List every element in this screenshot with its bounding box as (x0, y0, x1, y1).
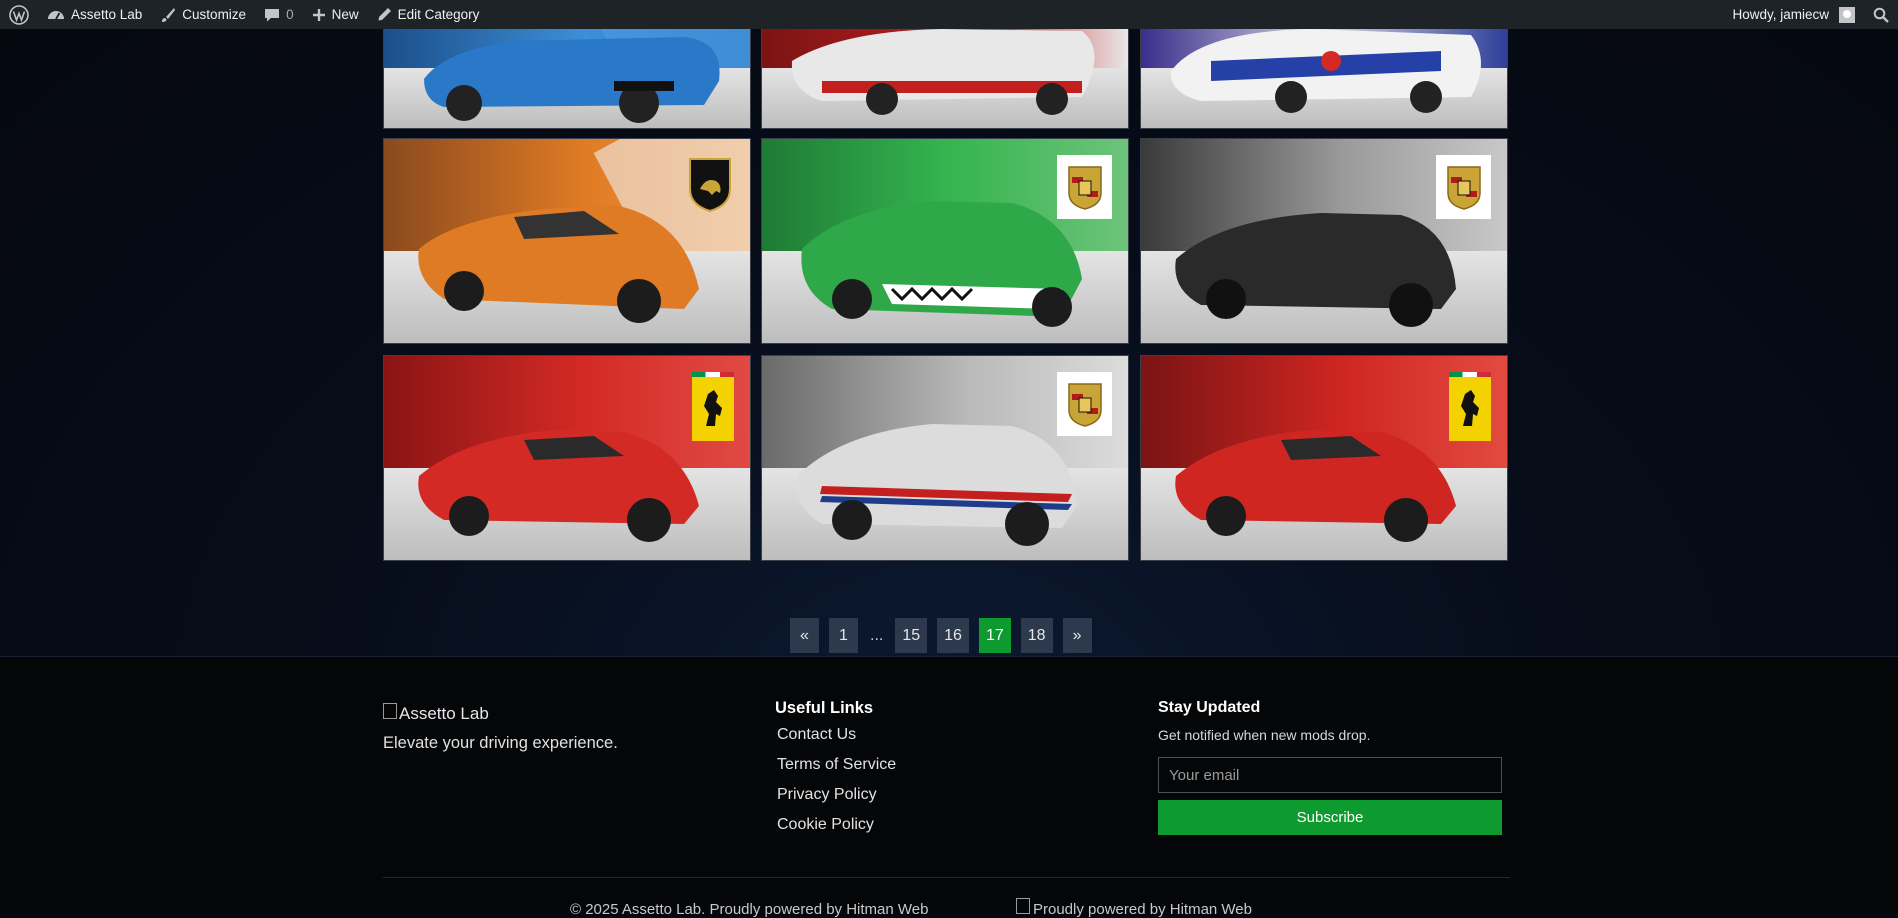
footer-link-cookie[interactable]: Cookie Policy (777, 815, 896, 845)
site-footer: Assetto Lab Elevate your driving experie… (0, 656, 1898, 918)
porsche-crest-icon (1067, 383, 1102, 427)
admin-bar: Assetto Lab Customize 0 New Edit Categor… (0, 0, 1898, 29)
pagination-ellipsis: ... (870, 626, 884, 644)
howdy-label: Howdy, jamiecw (1732, 7, 1829, 22)
car-tile-4[interactable] (383, 138, 751, 344)
paintbrush-icon (162, 7, 176, 22)
my-account-menu[interactable]: Howdy, jamiecw (1723, 0, 1864, 29)
newsletter-email-input[interactable] (1158, 757, 1502, 793)
car-tile-6[interactable] (1140, 138, 1508, 344)
comments-link[interactable]: 0 (255, 0, 303, 29)
comments-count: 0 (286, 7, 294, 22)
pagination-page-1[interactable]: 1 (829, 618, 858, 653)
site-name-menu[interactable]: Assetto Lab (38, 0, 151, 29)
porsche-crest-icon (1446, 166, 1481, 210)
prancing-horse-icon (704, 390, 722, 426)
car-tile-9[interactable] (1140, 355, 1508, 561)
customize-link[interactable]: Customize (151, 0, 255, 29)
porsche-crest-icon (1067, 166, 1102, 210)
footer-link-contact[interactable]: Contact Us (777, 725, 896, 755)
pagination-prev[interactable]: « (790, 618, 819, 653)
admin-search-button[interactable] (1864, 0, 1898, 29)
dashboard-gauge-icon (48, 10, 64, 19)
footer-logo[interactable]: Assetto Lab (383, 703, 489, 724)
useful-links-heading: Useful Links (775, 699, 874, 717)
edit-category-label: Edit Category (397, 7, 480, 22)
pagination-next[interactable]: » (1062, 618, 1092, 653)
footer-divider (383, 877, 1510, 878)
useful-links-list: Contact Us Terms of Service Privacy Poli… (777, 725, 896, 845)
plus-icon (312, 8, 325, 21)
lamborghini-shield-icon (689, 158, 731, 213)
pagination-page-15[interactable]: 15 (895, 618, 928, 653)
pagination-current-page: 17 (978, 618, 1011, 653)
footer-logo-alt: Assetto Lab (399, 704, 489, 723)
pagination-page-18[interactable]: 18 (1020, 618, 1053, 653)
lamborghini-badge (686, 155, 734, 213)
pencil-icon (378, 8, 391, 21)
pagination: « 1 ... 15 16 17 18 » (790, 618, 1092, 653)
subscribe-button[interactable]: Subscribe (1158, 800, 1502, 835)
footer-tagline: Elevate your driving experience. (383, 734, 618, 752)
edit-category-link[interactable]: Edit Category (368, 0, 489, 29)
ferrari-badge (1449, 372, 1491, 441)
search-icon (1873, 7, 1889, 23)
wordpress-logo-button[interactable] (0, 0, 38, 29)
broken-image-icon (1016, 898, 1030, 914)
prancing-horse-icon (1461, 390, 1479, 426)
new-label: New (331, 7, 359, 22)
footer-link-privacy[interactable]: Privacy Policy (777, 785, 896, 815)
customize-label: Customize (182, 7, 247, 22)
ferrari-badge (692, 372, 734, 441)
avatar (1839, 6, 1855, 23)
porsche-badge (1436, 155, 1491, 219)
new-content-menu[interactable]: New (303, 0, 368, 29)
porsche-badge (1057, 155, 1112, 219)
footer-link-terms[interactable]: Terms of Service (777, 755, 896, 785)
car-tile-8[interactable] (761, 355, 1129, 561)
pagination-page-16[interactable]: 16 (937, 618, 969, 653)
site-name-label: Assetto Lab (71, 7, 143, 22)
comment-bubble-icon (265, 8, 280, 21)
car-tile-7[interactable] (383, 355, 751, 561)
porsche-badge (1057, 372, 1112, 436)
wordpress-icon (9, 4, 29, 25)
broken-image-icon (383, 703, 397, 719)
stay-updated-subtitle: Get notified when new mods drop. (1158, 727, 1371, 743)
car-tile-5[interactable] (761, 138, 1129, 344)
stay-updated-heading: Stay Updated (1158, 699, 1261, 716)
category-gallery: « 1 ... 15 16 17 18 » (0, 0, 1898, 656)
